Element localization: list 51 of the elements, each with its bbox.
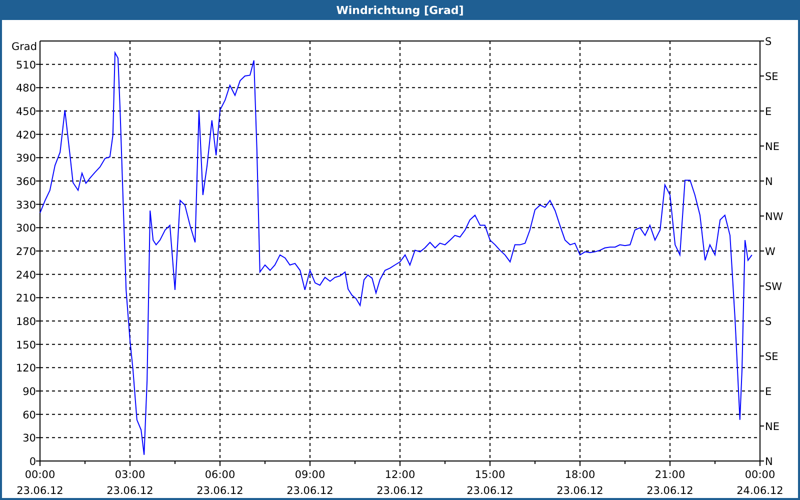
- window-title: Windrichtung [Grad]: [336, 4, 464, 16]
- y-tick-label: 270: [16, 246, 36, 258]
- y-tick-label: 420: [16, 129, 36, 142]
- y-tick-label: 510: [16, 59, 36, 72]
- date-label: 23.06.12: [106, 485, 154, 497]
- time-label: 15:00: [474, 469, 506, 481]
- direction-label: NE: [765, 421, 780, 433]
- y-tick-label: 240: [16, 269, 36, 282]
- direction-label: SW: [765, 281, 782, 293]
- y-tick-label: 300: [16, 222, 36, 235]
- y-tick-label: 60: [22, 409, 36, 422]
- direction-label: N: [765, 176, 773, 188]
- direction-label: S: [765, 316, 772, 328]
- direction-label: SE: [765, 71, 778, 83]
- direction-label: W: [765, 246, 776, 258]
- y-tick-label: 30: [22, 432, 36, 445]
- date-label: 23.06.12: [286, 485, 334, 497]
- time-label: 00:00: [744, 469, 776, 481]
- date-label: 23.06.12: [646, 485, 694, 497]
- time-label: 12:00: [384, 469, 416, 481]
- y-tick-label: 330: [16, 199, 36, 212]
- y-tick-label: 0: [29, 456, 36, 468]
- direction-label: E: [765, 386, 772, 398]
- direction-label: N: [765, 456, 773, 468]
- y-tick-label: 360: [16, 176, 36, 188]
- direction-label: SE: [765, 351, 778, 363]
- date-label: 23.06.12: [16, 485, 64, 497]
- y-tick-label: 90: [22, 386, 36, 398]
- time-label: 21:00: [654, 469, 686, 481]
- time-label: 09:00: [294, 469, 326, 481]
- direction-label: NE: [765, 141, 780, 153]
- date-label: 24.06.12: [736, 485, 784, 497]
- direction-label: E: [765, 106, 772, 118]
- direction-label: S: [765, 36, 772, 48]
- time-label: 03:00: [114, 469, 146, 481]
- time-label: 00:00: [24, 469, 56, 481]
- y-tick-label: 480: [16, 82, 36, 95]
- date-label: 23.06.12: [376, 485, 424, 497]
- y-axis-label: Grad: [11, 41, 37, 53]
- y-tick-label: 150: [16, 339, 36, 352]
- time-label: 06:00: [204, 469, 236, 481]
- y-tick-label: 390: [16, 152, 36, 165]
- y-tick-label: 120: [16, 362, 36, 375]
- date-label: 23.06.12: [556, 485, 604, 497]
- direction-label: NW: [765, 211, 784, 223]
- y-tick-label: 210: [16, 292, 36, 305]
- y-tick-label: 180: [16, 316, 36, 328]
- y-tick-label: 450: [16, 106, 36, 118]
- date-label: 23.06.12: [466, 485, 514, 497]
- time-label: 18:00: [564, 469, 596, 481]
- date-label: 23.06.12: [196, 485, 244, 497]
